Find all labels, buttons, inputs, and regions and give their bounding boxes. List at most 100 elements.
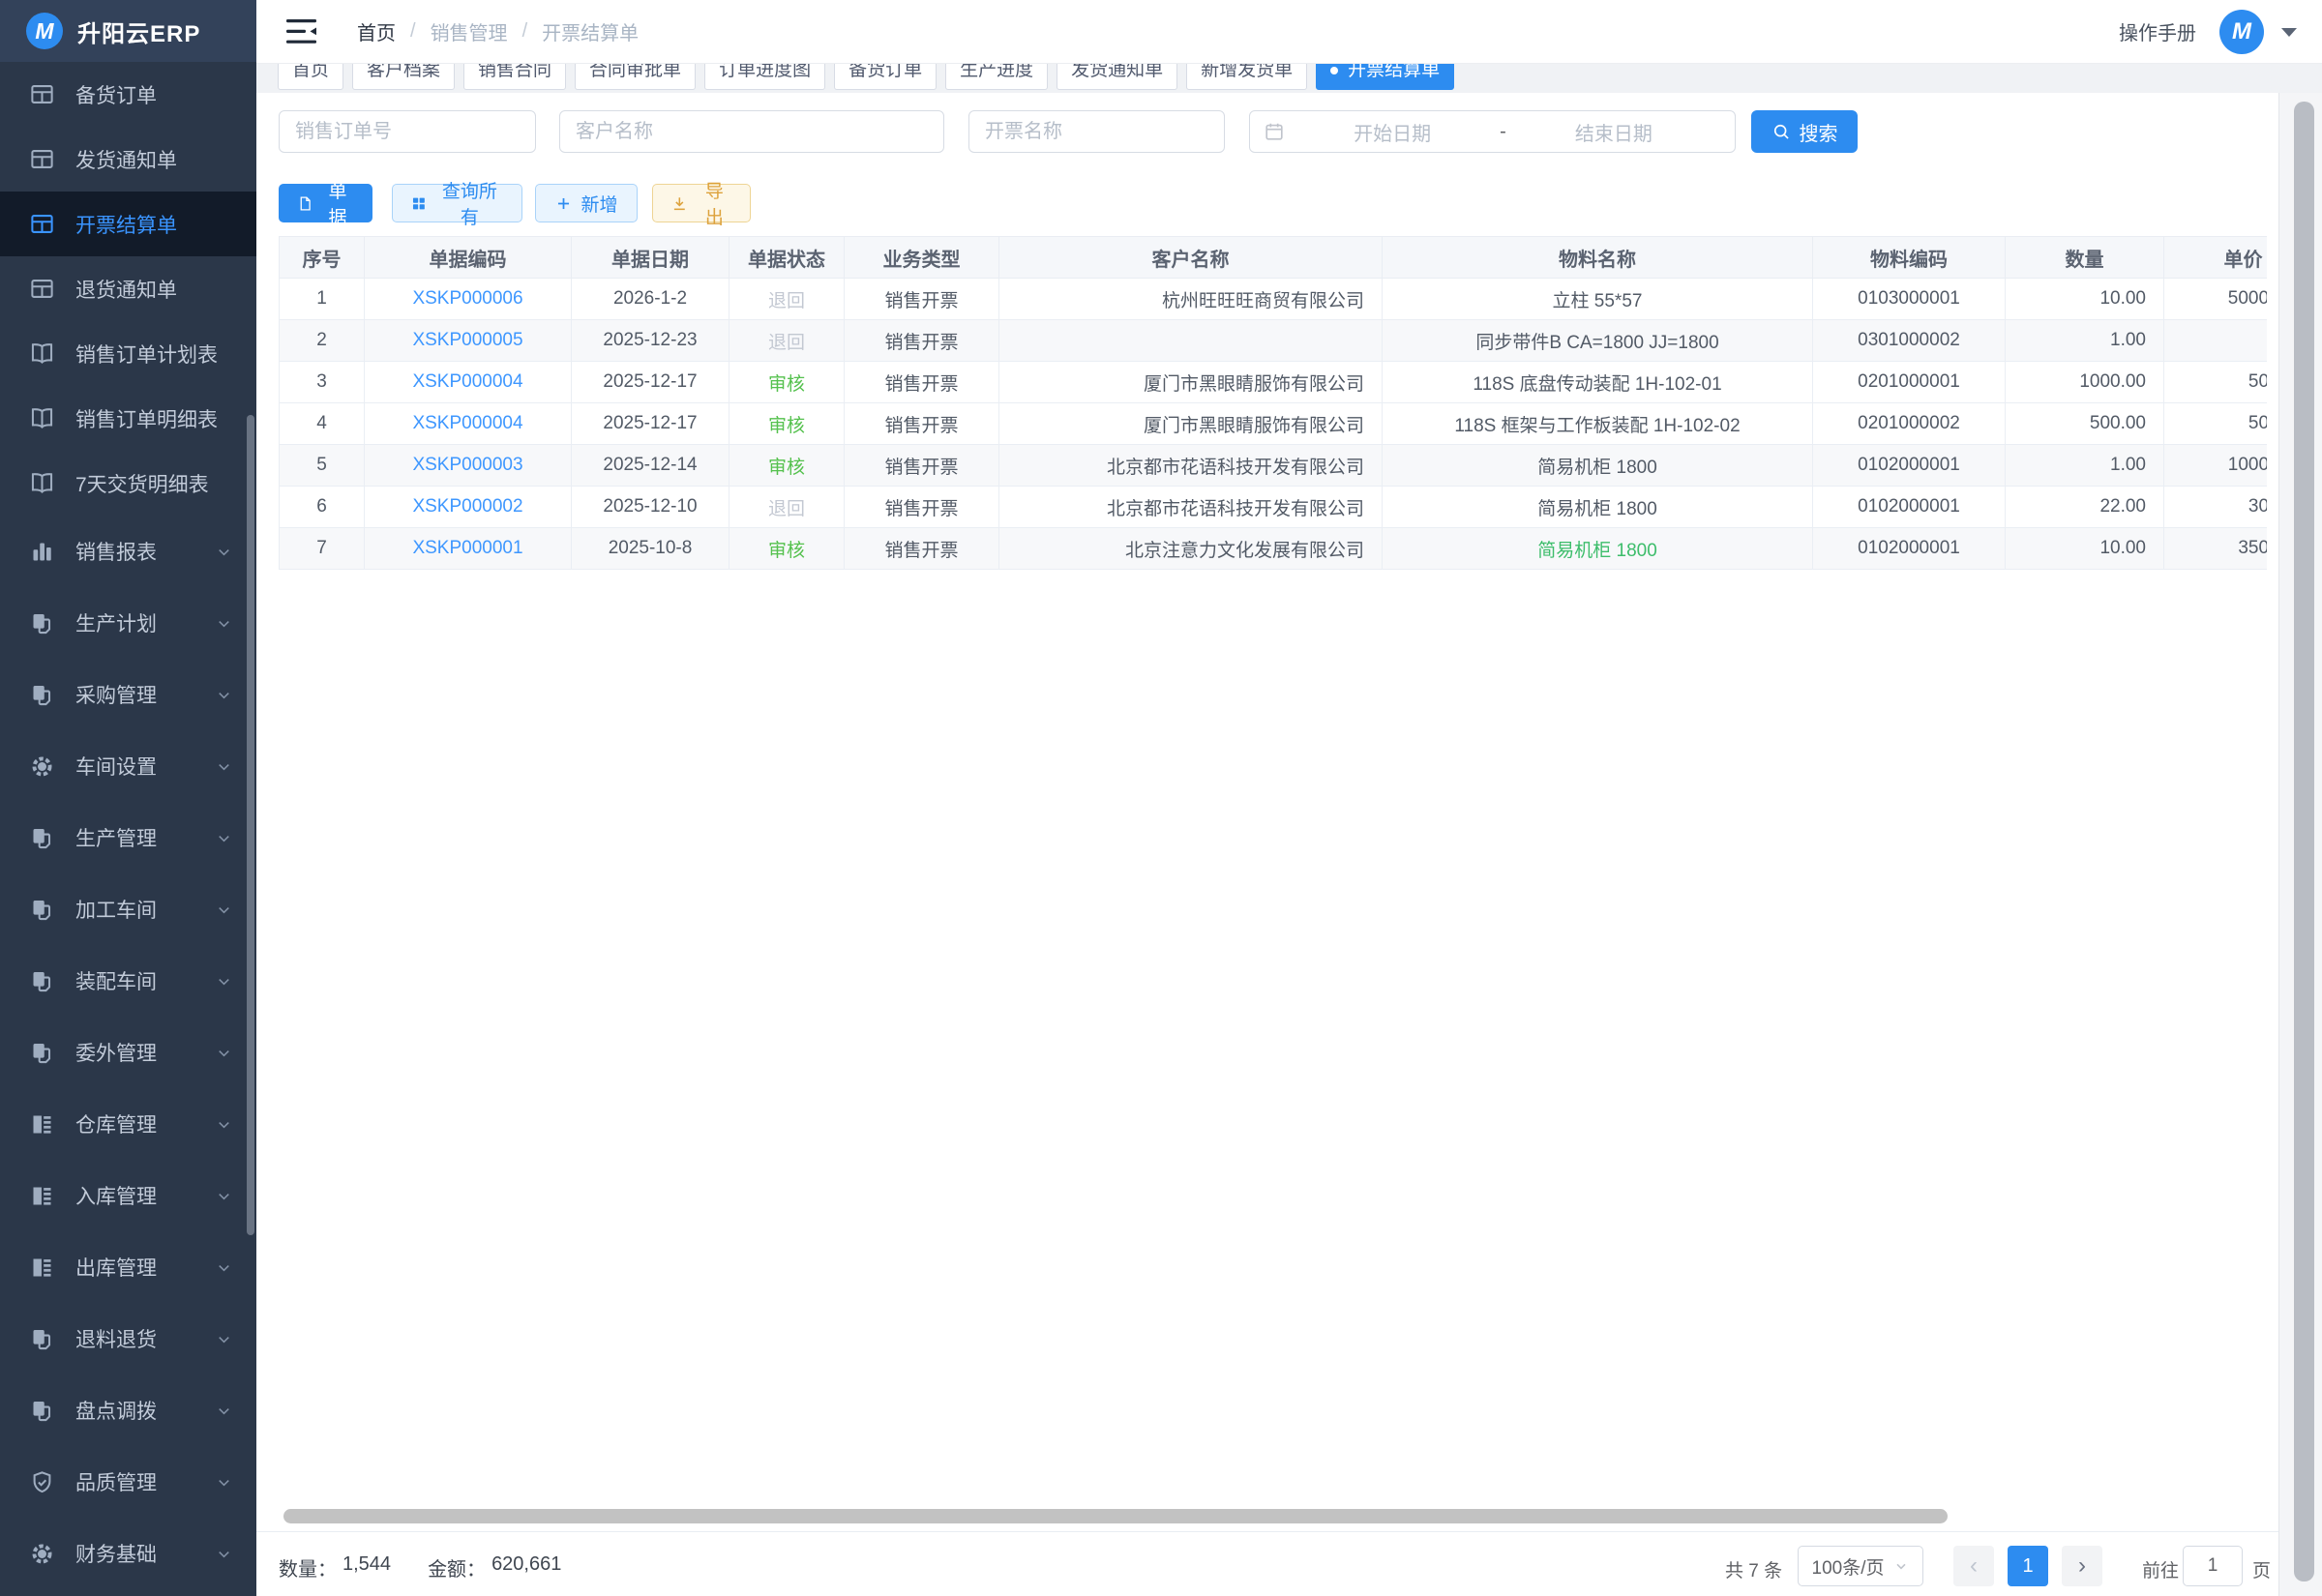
grid-icon — [410, 194, 428, 213]
cell-material: 同步带件B CA=1800 JJ=1800 — [1383, 320, 1813, 362]
cell-material: 简易机柜 1800 — [1383, 487, 1813, 528]
page-tab[interactable]: 发货通知单 — [1057, 64, 1177, 90]
order-no-input[interactable] — [279, 110, 536, 153]
book-icon — [29, 340, 55, 367]
sidebar-item[interactable]: 装配车间 — [0, 945, 256, 1017]
export-button[interactable]: 导出 — [652, 184, 751, 222]
table-row[interactable]: 4 XSKP000004 2025-12-17 审核 销售开票 厦门市黑眼睛服饰… — [280, 403, 2268, 445]
doc-code-link[interactable]: XSKP000002 — [412, 496, 522, 517]
table-body: 1 XSKP000006 2026-1-2 退回 销售开票 杭州旺旺旺商贸有限公… — [280, 279, 2268, 570]
page-tab-active[interactable]: 开票结算单 — [1316, 64, 1454, 90]
doc-code-link[interactable]: XSKP000006 — [412, 288, 522, 309]
search-button[interactable]: 搜索 — [1751, 110, 1858, 153]
cell-doc-date: 2025-12-23 — [572, 320, 729, 362]
page-tab[interactable]: 备货订单 — [834, 64, 937, 90]
chevron-down-icon — [215, 1545, 233, 1563]
page-size-select[interactable]: 100条/页 — [1798, 1546, 1923, 1586]
sidebar-item[interactable]: 仓库管理 — [0, 1088, 256, 1160]
prev-page-button[interactable]: ‹ — [1953, 1546, 1994, 1586]
date-start-placeholder: 开始日期 — [1285, 118, 1500, 146]
date-range-picker[interactable]: 开始日期 - 结束日期 — [1249, 110, 1736, 153]
main-panel: 开始日期 - 结束日期 搜索 单据 — [256, 93, 2278, 1596]
manual-link[interactable]: 操作手册 — [2119, 17, 2196, 45]
sidebar-scrollbar-thumb[interactable] — [247, 415, 254, 1235]
sidebar-item-label: 财务基础 — [75, 1539, 157, 1568]
sidebar-item[interactable]: 采购管理 — [0, 659, 256, 730]
page-tab[interactable]: 新增发货单 — [1186, 64, 1307, 90]
customer-name-input[interactable] — [559, 110, 944, 153]
cell-biz-type: 销售开票 — [845, 320, 999, 362]
breadcrumb-item[interactable]: 首页 — [357, 17, 396, 45]
chevron-down-icon — [215, 1330, 233, 1348]
sidebar-item[interactable]: 加工车间 — [0, 873, 256, 945]
data-table-viewport: 序号单据编码单据日期单据状态业务类型客户名称物料名称物料编码数量单价 1 XSK… — [279, 236, 2267, 570]
sidebar-item-label: 7天交货明细表 — [75, 469, 209, 498]
column-header: 物料名称 — [1383, 237, 1813, 279]
sidebar-item[interactable]: 销售订单计划表 — [0, 321, 256, 386]
sidebar-item[interactable]: 7天交货明细表 — [0, 451, 256, 516]
page-tab[interactable]: 合同审批单 — [575, 64, 696, 90]
sidebar-item[interactable]: 入库管理 — [0, 1160, 256, 1231]
sidebar-item[interactable]: 委外管理 — [0, 1017, 256, 1088]
date-end-placeholder: 结束日期 — [1506, 118, 1721, 146]
status-badge: 退回 — [768, 333, 805, 353]
doc-code-link[interactable]: XSKP000001 — [412, 538, 522, 558]
user-menu-caret-icon[interactable] — [2281, 28, 2297, 44]
doc-code-link[interactable]: XSKP000003 — [412, 455, 522, 475]
cell-doc-code: XSKP000002 — [365, 487, 572, 528]
doc-code-link[interactable]: XSKP000004 — [412, 413, 522, 433]
sidebar-item[interactable]: 生产管理 — [0, 802, 256, 873]
table-row[interactable]: 7 XSKP000001 2025-10-8 审核 销售开票 北京注意力文化发展… — [280, 528, 2268, 570]
doc-code-link[interactable]: XSKP000005 — [412, 330, 522, 350]
table-row[interactable]: 2 XSKP000005 2025-12-23 退回 销售开票 同步带件B CA… — [280, 320, 2268, 362]
sidebar-item[interactable]: 退货通知单 — [0, 256, 256, 321]
download-icon — [670, 194, 689, 213]
sidebar-item[interactable]: 车间设置 — [0, 730, 256, 802]
table-row[interactable]: 1 XSKP000006 2026-1-2 退回 销售开票 杭州旺旺旺商贸有限公… — [280, 279, 2268, 320]
sidebar-item[interactable]: 品质管理 — [0, 1446, 256, 1518]
sidebar-item[interactable]: 出库管理 — [0, 1231, 256, 1303]
avatar[interactable]: M — [2219, 10, 2264, 54]
sidebar-item[interactable]: 生产计划 — [0, 587, 256, 659]
sidebar-item[interactable]: 财务基础 — [0, 1518, 256, 1589]
sidebar-item[interactable]: 销售订单明细表 — [0, 386, 256, 451]
sidebar-collapse-icon[interactable] — [286, 18, 316, 44]
book-icon — [29, 470, 55, 496]
page-tab[interactable]: 订单进度图 — [704, 64, 825, 90]
doc-code-link[interactable]: XSKP000004 — [412, 371, 522, 392]
sidebar-item[interactable]: 盘点调拨 — [0, 1374, 256, 1446]
cell-doc-date: 2026-1-2 — [572, 279, 729, 320]
page-tab[interactable]: 首页 — [278, 64, 343, 90]
sidebar-item[interactable]: 备货订单 — [0, 62, 256, 127]
table-row[interactable]: 5 XSKP000003 2025-12-14 审核 销售开票 北京都市花语科技… — [280, 445, 2268, 487]
cell-seq: 3 — [280, 362, 365, 403]
page-tab[interactable]: 客户档案 — [352, 64, 455, 90]
table-row[interactable]: 6 XSKP000002 2025-12-10 退回 销售开票 北京都市花语科技… — [280, 487, 2268, 528]
cell-customer: 北京注意力文化发展有限公司 — [999, 528, 1383, 570]
sidebar-item[interactable]: 开票结算单 — [0, 192, 256, 256]
next-page-button[interactable]: › — [2062, 1546, 2102, 1586]
cell-seq: 1 — [280, 279, 365, 320]
goto-page-input[interactable] — [2183, 1546, 2243, 1586]
page-tab[interactable]: 生产进度 — [945, 64, 1048, 90]
document-button[interactable]: 单据 — [279, 184, 372, 222]
sidebar-item[interactable]: 发货通知单 — [0, 127, 256, 192]
breadcrumb-item[interactable]: 销售管理 — [431, 17, 508, 45]
goto-suffix: 页 — [2252, 1556, 2271, 1582]
window-scrollbar-thumb[interactable] — [2294, 102, 2314, 1581]
add-button[interactable]: 新增 — [535, 184, 638, 222]
page-tab[interactable]: 销售合同 — [463, 64, 566, 90]
query-all-button[interactable]: 查询所有 — [392, 184, 522, 222]
column-header: 序号 — [280, 237, 365, 279]
sidebar-item[interactable]: 退料退货 — [0, 1303, 256, 1374]
cell-material: 118S 框架与工作板装配 1H-102-02 — [1383, 403, 1813, 445]
search-button-label: 搜索 — [1800, 118, 1838, 146]
table-h-scrollbar-thumb[interactable] — [283, 1509, 1948, 1523]
toolbar: 单据 查询所有 新增 — [279, 184, 751, 222]
column-header: 客户名称 — [999, 237, 1383, 279]
current-page-button[interactable]: 1 — [2008, 1546, 2048, 1586]
table-row[interactable]: 3 XSKP000004 2025-12-17 审核 销售开票 厦门市黑眼睛服饰… — [280, 362, 2268, 403]
sidebar-item[interactable]: 销售报表 — [0, 516, 256, 587]
cell-customer: 厦门市黑眼睛服饰有限公司 — [999, 403, 1383, 445]
invoice-name-input[interactable] — [968, 110, 1225, 153]
